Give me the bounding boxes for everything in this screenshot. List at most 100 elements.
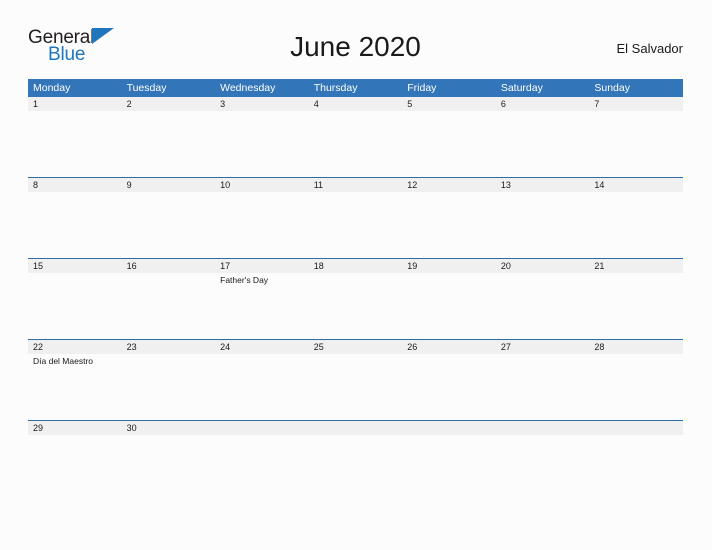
day-number[interactable]: 18 (309, 259, 403, 273)
region-label: El Salvador (616, 40, 683, 56)
day-number[interactable]: 1 (28, 97, 122, 111)
day-events[interactable] (589, 273, 683, 339)
week-row: 29 30 (28, 420, 683, 501)
weekday-header-row: Monday Tuesday Wednesday Thursday Friday… (28, 79, 683, 97)
page-title: June 2020 (290, 31, 421, 62)
day-events[interactable] (28, 273, 122, 339)
day-number[interactable]: 10 (215, 178, 309, 192)
day-number[interactable]: 17 (215, 259, 309, 273)
day-events[interactable] (215, 354, 309, 420)
day-number[interactable]: 6 (496, 97, 590, 111)
weekday-header-friday: Friday (407, 82, 437, 94)
calendar-page: General Blue June 2020 El Salvador Monda… (0, 0, 712, 550)
day-number[interactable]: 8 (28, 178, 122, 192)
day-events-empty (309, 435, 403, 501)
day-events-empty (215, 435, 309, 501)
day-number[interactable]: 16 (122, 259, 216, 273)
triangle-flag-icon (92, 28, 116, 44)
day-number-empty (309, 421, 403, 435)
day-events[interactable] (309, 111, 403, 177)
weekday-header-thursday: Thursday (313, 82, 358, 94)
day-number[interactable]: 27 (496, 340, 590, 354)
day-events[interactable] (215, 111, 309, 177)
day-number[interactable]: 24 (215, 340, 309, 354)
day-events[interactable] (122, 435, 216, 501)
week-date-strip: 29 30 (28, 421, 683, 435)
day-number-empty (402, 421, 496, 435)
day-events[interactable] (215, 192, 309, 258)
day-events[interactable] (402, 273, 496, 339)
day-number[interactable]: 19 (402, 259, 496, 273)
day-number[interactable]: 21 (589, 259, 683, 273)
day-number[interactable]: 11 (309, 178, 403, 192)
day-number[interactable]: 12 (402, 178, 496, 192)
calendar-header: General Blue June 2020 El Salvador (28, 22, 683, 74)
day-events[interactable] (309, 192, 403, 258)
day-events[interactable] (309, 354, 403, 420)
day-events[interactable] (122, 354, 216, 420)
week-event-strip: Father's Day (28, 273, 683, 339)
week-event-strip: Día del Maestro (28, 354, 683, 420)
day-number[interactable]: 29 (28, 421, 122, 435)
day-number[interactable]: 20 (496, 259, 590, 273)
day-number[interactable]: 22 (28, 340, 122, 354)
event-label: Father's Day (220, 275, 269, 285)
week-event-strip (28, 111, 683, 177)
day-number[interactable]: 15 (28, 259, 122, 273)
day-events[interactable] (122, 111, 216, 177)
weekday-header-wednesday: Wednesday (220, 82, 276, 94)
day-events[interactable] (122, 273, 216, 339)
day-events[interactable] (309, 273, 403, 339)
weekday-header-sunday: Sunday (594, 82, 630, 94)
day-number[interactable]: 3 (215, 97, 309, 111)
day-events[interactable] (402, 111, 496, 177)
day-events[interactable] (28, 192, 122, 258)
day-number[interactable]: 26 (402, 340, 496, 354)
day-events[interactable] (496, 111, 590, 177)
week-date-strip: 8 9 10 11 12 13 14 (28, 178, 683, 192)
day-events[interactable] (496, 273, 590, 339)
day-number[interactable]: 14 (589, 178, 683, 192)
day-number[interactable]: 30 (122, 421, 216, 435)
event-label: Día del Maestro (33, 356, 93, 366)
day-number-empty (215, 421, 309, 435)
week-row: 8 9 10 11 12 13 14 (28, 177, 683, 258)
week-date-strip: 22 23 24 25 26 27 28 (28, 340, 683, 354)
day-events[interactable] (402, 354, 496, 420)
day-number[interactable]: 13 (496, 178, 590, 192)
weekday-header-saturday: Saturday (500, 82, 543, 94)
day-events[interactable] (28, 111, 122, 177)
week-date-strip: 15 16 17 18 19 20 21 (28, 259, 683, 273)
weekday-header-monday: Monday (33, 82, 71, 94)
day-events[interactable] (28, 435, 122, 501)
day-events[interactable] (402, 192, 496, 258)
day-events[interactable]: Día del Maestro (28, 354, 122, 420)
week-row: 15 16 17 18 19 20 21 Father's Day (28, 258, 683, 339)
calendar-table: Monday Tuesday Wednesday Thursday Friday… (28, 79, 683, 501)
day-number[interactable]: 5 (402, 97, 496, 111)
day-number[interactable]: 23 (122, 340, 216, 354)
day-number-empty (496, 421, 590, 435)
day-number[interactable]: 9 (122, 178, 216, 192)
day-number[interactable]: 25 (309, 340, 403, 354)
day-number[interactable]: 28 (589, 340, 683, 354)
week-date-strip: 1 2 3 4 5 6 7 (28, 97, 683, 111)
day-events[interactable]: Father's Day (215, 273, 309, 339)
day-number[interactable]: 2 (122, 97, 216, 111)
day-events[interactable] (589, 111, 683, 177)
general-blue-logo[interactable]: General Blue (28, 26, 128, 70)
week-row: 1 2 3 4 5 6 7 (28, 97, 683, 177)
day-number[interactable]: 7 (589, 97, 683, 111)
week-event-strip (28, 192, 683, 258)
logo-text-blue: Blue (48, 44, 86, 65)
day-events[interactable] (496, 192, 590, 258)
day-events[interactable] (589, 354, 683, 420)
day-events[interactable] (496, 354, 590, 420)
day-events[interactable] (589, 192, 683, 258)
day-events-empty (402, 435, 496, 501)
day-events[interactable] (122, 192, 216, 258)
week-event-strip (28, 435, 683, 501)
day-events-empty (496, 435, 590, 501)
day-events-empty (589, 435, 683, 501)
day-number[interactable]: 4 (309, 97, 403, 111)
